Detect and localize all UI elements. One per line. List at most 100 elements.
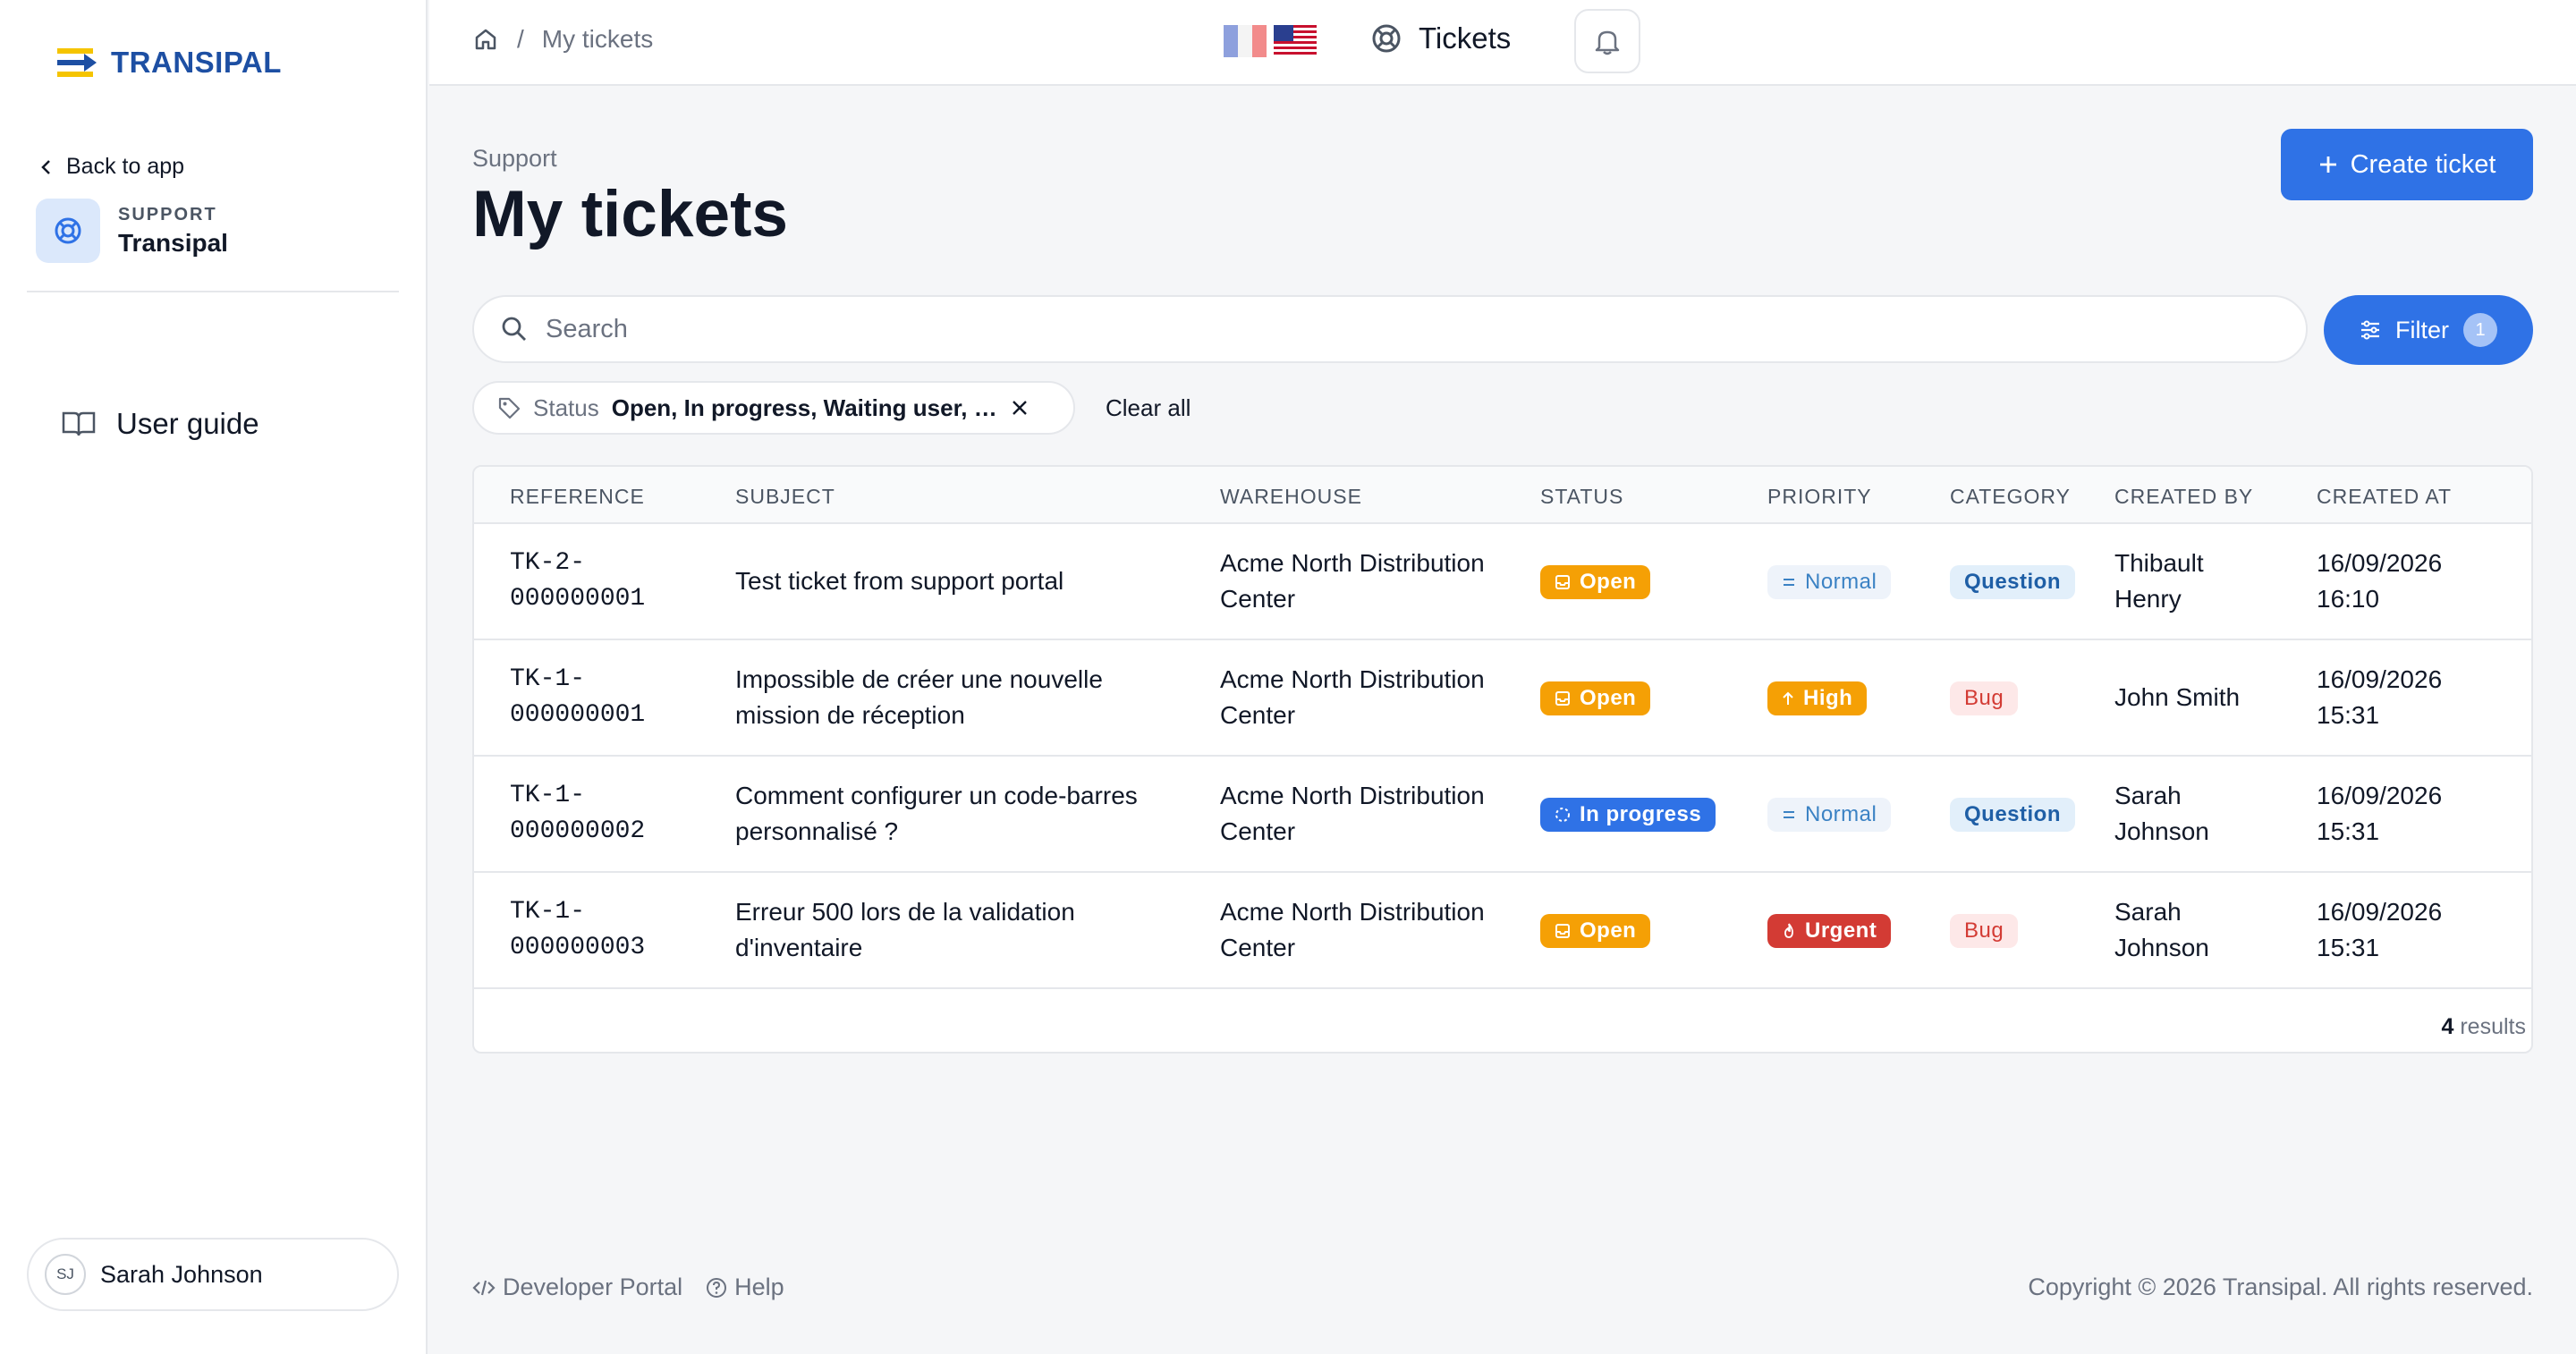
user-guide-label: User guide <box>116 407 259 440</box>
create-ticket-label: Create ticket <box>2350 149 2496 179</box>
created-by-cell: John Smith <box>2114 683 2241 711</box>
logo-icon <box>57 48 97 77</box>
created-at-cell: 16/09/2026 15:31 <box>2317 898 2443 961</box>
developer-portal-link[interactable]: Developer Portal <box>472 1274 682 1301</box>
search-input[interactable] <box>546 314 2306 344</box>
language-switcher[interactable] <box>1224 25 1317 57</box>
page-overline: Support <box>472 145 557 172</box>
breadcrumb: / My tickets <box>472 25 653 54</box>
table-header: REFERENCE SUBJECT WAREHOUSE STATUS PRIOR… <box>474 467 2531 524</box>
table-row[interactable]: TK-2- 000000001 Test ticket from support … <box>474 524 2531 640</box>
subject-cell: Test ticket from support portal <box>735 567 1064 595</box>
lifebuoy-icon <box>36 199 100 263</box>
warehouse-cell: Acme North Distribution Center <box>1220 782 1485 845</box>
loader-icon <box>1555 808 1570 822</box>
subject-cell: Comment configurer un code-barres personn… <box>735 782 1138 845</box>
status-badge: Open <box>1540 681 1651 715</box>
header-reference[interactable]: REFERENCE <box>510 485 645 509</box>
header-warehouse[interactable]: WAREHOUSE <box>1220 485 1362 509</box>
tickets-nav-link[interactable]: Tickets <box>1370 21 1511 55</box>
header-created-by[interactable]: CREATED BY <box>2114 485 2253 509</box>
arrow-up-icon <box>1783 691 1793 705</box>
header-status[interactable]: STATUS <box>1540 485 1623 509</box>
table-row[interactable]: TK-1- 000000001 Impossible de créer une n… <box>474 640 2531 757</box>
warehouse-cell: Acme North Distribution Center <box>1220 549 1485 613</box>
equals-icon <box>1784 579 1794 586</box>
priority-badge: Urgent <box>1767 914 1892 948</box>
filter-label: Filter <box>2395 316 2449 343</box>
app-sub-label: SUPPORT <box>118 204 217 224</box>
bell-icon <box>1595 30 1620 55</box>
category-badge: Bug <box>1950 681 2019 715</box>
header-priority[interactable]: PRIORITY <box>1767 485 1872 509</box>
status-badge: Open <box>1540 914 1651 948</box>
plus-icon <box>2319 157 2336 173</box>
us-flag-icon[interactable] <box>1274 25 1317 57</box>
app-name: Transipal <box>118 228 228 257</box>
reference-cell: TK-2- 000000001 <box>510 549 646 613</box>
status-badge: In progress <box>1540 798 1716 832</box>
inbox-icon <box>1555 924 1570 938</box>
search-bar[interactable] <box>472 295 2308 363</box>
transipal-logo[interactable]: TRANSIPAL <box>55 43 282 82</box>
back-label: Back to app <box>66 154 185 179</box>
avatar: SJ <box>45 1254 86 1295</box>
breadcrumb-current: My tickets <box>541 25 654 53</box>
priority-badge: Normal <box>1767 565 1892 599</box>
created-at-cell: 16/09/2026 15:31 <box>2317 782 2443 845</box>
category-badge: Bug <box>1950 914 2019 948</box>
copyright: Copyright © 2026 Transipal. All rights r… <box>2028 1274 2533 1300</box>
french-flag-icon[interactable] <box>1224 25 1267 57</box>
breadcrumb-separator: / <box>517 25 524 53</box>
home-icon[interactable] <box>472 26 499 53</box>
user-menu[interactable]: SJ Sarah Johnson <box>27 1238 399 1311</box>
chevron-left-icon <box>41 159 50 174</box>
table-row[interactable]: TK-1- 000000002 Comment configurer un cod… <box>474 757 2531 873</box>
category-badge: Question <box>1950 798 2076 832</box>
user-name: Sarah Johnson <box>100 1260 263 1288</box>
subject-cell: Erreur 500 lors de la validation d'invent… <box>735 898 1075 961</box>
warehouse-cell: Acme North Distribution Center <box>1220 665 1485 729</box>
filter-button[interactable]: Filter 1 <box>2324 295 2533 365</box>
subject-cell: Impossible de créer une nouvelle mission … <box>735 665 1103 729</box>
warehouse-cell: Acme North Distribution Center <box>1220 898 1485 961</box>
status-filter-chip[interactable]: Status Open, In progress, Waiting user, … <box>472 381 1075 435</box>
chip-label: Status <box>533 394 599 421</box>
created-at-cell: 16/09/2026 15:31 <box>2317 665 2443 729</box>
category-badge: Question <box>1950 565 2076 599</box>
flame-icon <box>1784 923 1793 938</box>
notifications-button[interactable] <box>1574 9 1640 73</box>
inbox-icon <box>1555 691 1570 706</box>
back-to-app-link[interactable]: Back to app <box>39 154 184 180</box>
book-icon <box>62 411 96 436</box>
sidebar-item-user-guide[interactable]: User guide <box>61 407 259 441</box>
tickets-label: Tickets <box>1419 21 1512 55</box>
create-ticket-button[interactable]: Create ticket <box>2281 129 2533 200</box>
table-row[interactable]: TK-1- 000000003 Erreur 500 lors de la val… <box>474 873 2531 989</box>
tag-icon <box>498 397 521 419</box>
reference-cell: TK-1- 000000001 <box>510 665 646 729</box>
help-link[interactable]: Help <box>706 1274 784 1301</box>
header-created-at[interactable]: CREATED AT <box>2317 485 2452 509</box>
tickets-table: REFERENCE SUBJECT WAREHOUSE STATUS PRIOR… <box>472 465 2533 1054</box>
created-by-cell: Sarah Johnson <box>2114 898 2209 961</box>
logo-text: TRANSIPAL <box>111 46 282 79</box>
header-category[interactable]: CATEGORY <box>1950 485 2071 509</box>
header-subject[interactable]: SUBJECT <box>735 485 835 509</box>
filter-count-badge: 1 <box>2463 313 2497 347</box>
clear-all-button[interactable]: Clear all <box>1106 394 1191 422</box>
priority-badge: Normal <box>1767 798 1892 832</box>
created-by-cell: Thibault Henry <box>2114 549 2204 613</box>
sidebar-divider <box>27 291 399 292</box>
priority-badge: High <box>1767 681 1868 715</box>
close-icon[interactable] <box>1011 399 1029 417</box>
created-at-cell: 16/09/2026 16:10 <box>2317 549 2443 613</box>
lifebuoy-icon <box>1372 24 1401 53</box>
sidebar: TRANSIPAL Back to app SUPPORT Transipal … <box>0 0 428 1354</box>
created-by-cell: Sarah Johnson <box>2114 782 2209 845</box>
topbar: / My tickets Tickets <box>429 0 2576 86</box>
page-title: My tickets <box>472 178 788 250</box>
chip-value: Open, In progress, Waiting user, R... <box>611 394 998 421</box>
help-circle-icon <box>707 1277 727 1298</box>
reference-cell: TK-1- 000000003 <box>510 898 646 961</box>
